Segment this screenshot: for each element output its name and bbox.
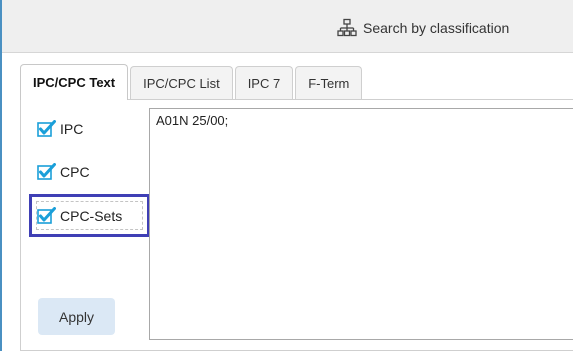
checkbox-checked-icon (37, 120, 56, 137)
search-by-classification-button[interactable]: Search by classification (337, 16, 509, 40)
apply-button[interactable]: Apply (38, 298, 115, 335)
checkbox-checked-icon (37, 163, 56, 180)
cpc-checkbox-label: CPC (60, 163, 90, 180)
cpc-sets-checkbox[interactable]: CPC-Sets (37, 207, 122, 224)
ipc-checkbox[interactable]: IPC (37, 120, 83, 137)
tab-ipc-cpc-list[interactable]: IPC/CPC List (130, 66, 233, 100)
checkbox-checked-icon (37, 207, 56, 224)
cpc-checkbox[interactable]: CPC (37, 163, 90, 180)
tab-f-term[interactable]: F-Term (295, 66, 363, 100)
tab-bar: IPC/CPC Text IPC/CPC List IPC 7 F-Term (20, 64, 364, 100)
tab-panel-ipc-cpc-text: IPC CPC CPC-Sets A01N 25/00; Apply (20, 99, 573, 351)
toolbar: Search by classification (2, 0, 573, 53)
classification-window: Search by classification IPC/CPC Text IP… (0, 0, 573, 351)
classification-query-textarea[interactable]: A01N 25/00; (149, 108, 573, 340)
tab-ipc-cpc-text[interactable]: IPC/CPC Text (20, 64, 129, 100)
search-by-classification-label: Search by classification (363, 20, 510, 36)
cpc-sets-checkbox-label: CPC-Sets (60, 207, 123, 224)
tab-ipc-7[interactable]: IPC 7 (234, 66, 294, 100)
ipc-checkbox-label: IPC (60, 120, 84, 137)
sitemap-icon (337, 18, 357, 37)
